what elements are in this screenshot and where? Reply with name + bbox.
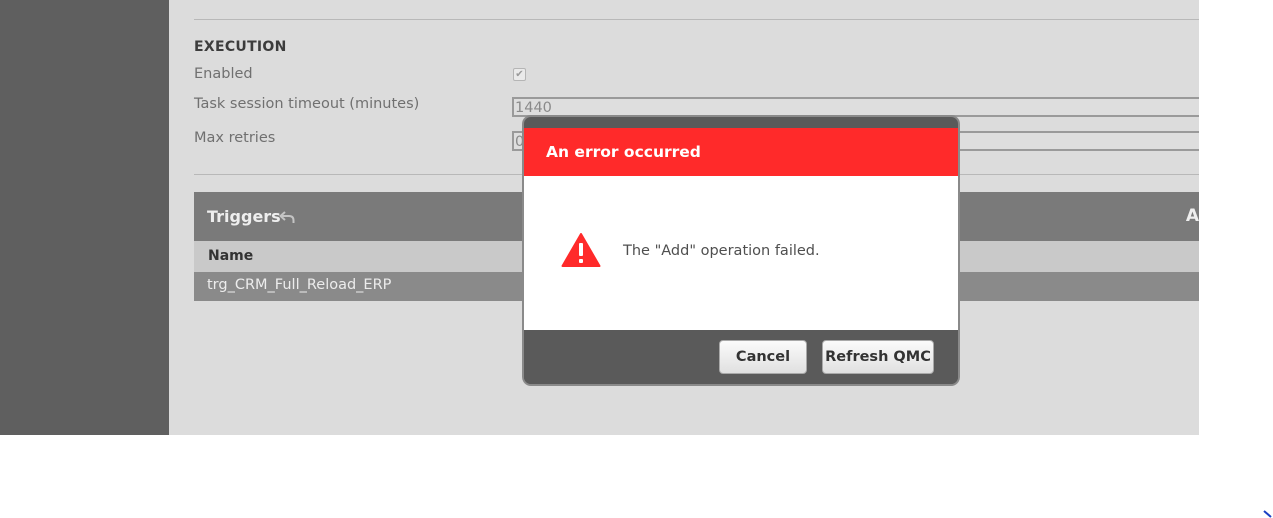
cancel-button[interactable]: Cancel bbox=[719, 340, 807, 374]
warning-icon bbox=[561, 233, 601, 267]
top-divider bbox=[194, 19, 1199, 20]
dialog-body: The "Add" operation failed. bbox=[524, 176, 958, 330]
dialog-footer: Cancel Refresh QMC bbox=[524, 330, 958, 384]
timeout-input[interactable]: 1440 bbox=[512, 97, 1199, 117]
column-header-name[interactable]: Name bbox=[208, 248, 253, 264]
execution-section-title: EXECUTION bbox=[194, 39, 287, 55]
triggers-action-label[interactable]: A bbox=[1186, 206, 1199, 226]
enabled-checkbox[interactable]: ✔ bbox=[513, 68, 526, 81]
max-retries-label: Max retries bbox=[194, 130, 276, 146]
timeout-label: Task session timeout (minutes) bbox=[194, 96, 420, 112]
dialog-message: The "Add" operation failed. bbox=[623, 243, 820, 259]
cursor-mark bbox=[1263, 510, 1272, 518]
triggers-title: Triggers bbox=[207, 207, 281, 226]
refresh-qmc-button[interactable]: Refresh QMC bbox=[822, 340, 934, 374]
error-dialog: An error occurred The "Add" operation fa… bbox=[522, 115, 960, 386]
undo-icon[interactable] bbox=[279, 209, 295, 225]
dialog-title: An error occurred bbox=[524, 128, 958, 176]
left-sidebar bbox=[0, 0, 169, 435]
trigger-name-cell: trg_CRM_Full_Reload_ERP bbox=[207, 277, 392, 293]
enabled-label: Enabled bbox=[194, 66, 253, 82]
checkmark-icon: ✔ bbox=[515, 69, 524, 80]
